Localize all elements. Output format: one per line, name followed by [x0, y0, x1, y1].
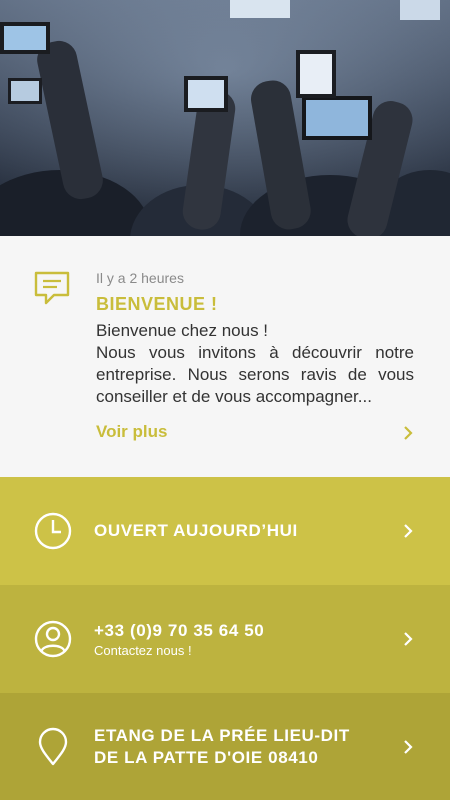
- news-timestamp: Il y a 2 heures: [96, 270, 184, 286]
- phone-number: +33 (0)9 70 35 64 50: [94, 621, 265, 640]
- opening-hours-row[interactable]: OUVERT AUJOURD’HUI: [0, 477, 450, 585]
- clock-icon: [34, 512, 72, 550]
- see-more-link[interactable]: Voir plus: [96, 422, 167, 442]
- phone-subtitle: Contactez nous !: [94, 643, 192, 658]
- message-icon: [34, 271, 70, 305]
- phone-row[interactable]: +33 (0)9 70 35 64 50 Contactez nous !: [0, 585, 450, 693]
- news-body-line2: Nous vous invitons à découvrir notre ent…: [96, 343, 414, 406]
- chevron-right-icon: [404, 524, 413, 538]
- user-icon: [34, 620, 72, 658]
- news-card[interactable]: Il y a 2 heures BIENVENUE ! Bienvenue ch…: [0, 236, 450, 477]
- news-body-line1: Bienvenue chez nous !: [96, 321, 269, 340]
- opening-hours-label: OUVERT AUJOURD’HUI: [94, 521, 298, 540]
- address-line2: DE LA PATTE D'OIE 08410: [94, 747, 319, 767]
- news-body: Bienvenue chez nous ! Nous vous invitons…: [96, 320, 414, 408]
- news-title: BIENVENUE !: [96, 294, 218, 314]
- chevron-right-icon: [404, 632, 413, 646]
- address-line1: ETANG DE LA PRÉE LIEU-DIT: [94, 725, 350, 745]
- location-pin-icon: [38, 727, 68, 766]
- hero-image: [0, 0, 450, 236]
- chevron-right-icon[interactable]: [402, 425, 414, 441]
- address-row[interactable]: ETANG DE LA PRÉE LIEU-DIT DE LA PATTE D'…: [0, 693, 450, 800]
- chevron-right-icon: [404, 740, 413, 754]
